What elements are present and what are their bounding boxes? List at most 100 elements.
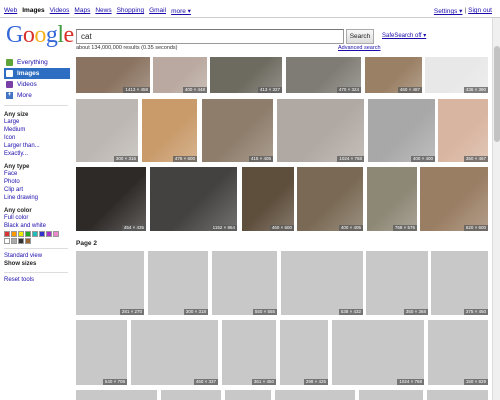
- image-result[interactable]: 550 × 555: [212, 251, 277, 315]
- reset-tools-link[interactable]: Reset tools: [4, 276, 70, 284]
- view-option-standardview[interactable]: Standard view: [4, 252, 70, 260]
- image-result[interactable]: 1024 × 768: [332, 320, 424, 385]
- image-result[interactable]: 415 × 405: [202, 99, 273, 162]
- image-result[interactable]: 460 × 487: [365, 57, 422, 93]
- image-result[interactable]: 150 × 829: [428, 320, 488, 385]
- image-result[interactable]: 400 × 448: [153, 57, 207, 93]
- color-swatch[interactable]: [11, 238, 17, 244]
- color-swatch[interactable]: [18, 231, 24, 237]
- type-option-linedrawing[interactable]: Line drawing: [4, 194, 70, 202]
- show-sizes-option[interactable]: Show sizes: [4, 260, 70, 268]
- image-result[interactable]: 768 × 576: [367, 167, 417, 231]
- image-result[interactable]: [427, 390, 488, 400]
- nav-videos[interactable]: Videos: [4, 79, 70, 90]
- top-nav-news[interactable]: News: [95, 7, 111, 15]
- image-result[interactable]: 413 × 327: [210, 57, 282, 93]
- image-size-caption: 300 × 316: [113, 156, 138, 162]
- search-input[interactable]: cat: [76, 29, 344, 44]
- size-option-medium[interactable]: Medium: [4, 126, 70, 134]
- image-result[interactable]: 298 × 425: [280, 320, 328, 385]
- color-swatch[interactable]: [46, 231, 52, 237]
- image-size-caption: 436 × 390: [463, 87, 488, 93]
- image-result[interactable]: 538 × 432: [281, 251, 363, 315]
- image-result[interactable]: 476 × 600: [142, 99, 197, 162]
- image-size-caption: 361 × 450: [251, 379, 276, 385]
- image-result[interactable]: [359, 390, 423, 400]
- nav-everything[interactable]: Everything: [4, 57, 70, 68]
- color-option-blackandwhite[interactable]: Black and white: [4, 222, 70, 230]
- image-result[interactable]: 620 × 600: [420, 167, 488, 231]
- image-result[interactable]: 470 × 324: [286, 57, 361, 93]
- top-nav-images[interactable]: Images: [22, 7, 44, 15]
- size-option-largerthan[interactable]: Larger than...: [4, 142, 70, 150]
- image-size-caption: 400 × 448: [182, 87, 207, 93]
- color-swatch[interactable]: [25, 238, 31, 244]
- nav-label: Images: [17, 70, 40, 77]
- image-result[interactable]: 1413 × 458: [76, 57, 150, 93]
- top-nav-more[interactable]: more ▾: [171, 7, 191, 15]
- image-result[interactable]: 1152 × 864: [150, 167, 237, 231]
- image-result[interactable]: [225, 390, 271, 400]
- advanced-search-link[interactable]: Advanced search: [338, 45, 381, 51]
- image-result[interactable]: 300 × 318: [148, 251, 208, 315]
- top-nav-videos[interactable]: Videos: [50, 7, 70, 15]
- color-option-fullcolor[interactable]: Full color: [4, 214, 70, 222]
- color-swatch[interactable]: [53, 231, 59, 237]
- nav-label: Videos: [17, 81, 37, 88]
- image-result[interactable]: [161, 390, 221, 400]
- top-nav-maps[interactable]: Maps: [74, 7, 90, 15]
- color-swatch[interactable]: [4, 231, 10, 237]
- image-result[interactable]: 436 × 390: [425, 57, 488, 93]
- image-result[interactable]: 350 × 368: [366, 251, 428, 315]
- image-size-caption: 350 × 368: [403, 309, 428, 315]
- image-result[interactable]: 350 × 467: [438, 99, 488, 162]
- image-result[interactable]: 361 × 450: [222, 320, 276, 385]
- size-option-large[interactable]: Large: [4, 118, 70, 126]
- sidebar-divider: [4, 272, 68, 273]
- type-option-photo[interactable]: Photo: [4, 178, 70, 186]
- image-result[interactable]: [76, 390, 157, 400]
- size-option-exactly[interactable]: Exactly...: [4, 150, 70, 158]
- logo-letter: e: [63, 22, 75, 48]
- safesearch-dropdown[interactable]: SafeSearch off ▾: [382, 32, 426, 39]
- image-result[interactable]: 460 × 600: [242, 167, 294, 231]
- image-result[interactable]: 375 × 450: [431, 251, 488, 315]
- image-result[interactable]: 400 × 405: [297, 167, 363, 231]
- image-size-caption: 400 × 400: [410, 156, 435, 162]
- color-swatch[interactable]: [11, 231, 17, 237]
- image-results-grid: 1413 × 458 400 × 448 413 × 327 470 × 324 460…: [0, 0, 500, 400]
- size-option-icon[interactable]: Icon: [4, 134, 70, 142]
- scrollbar[interactable]: [492, 18, 500, 400]
- logo-letter: g: [45, 22, 58, 48]
- image-result[interactable]: 400 × 400: [368, 99, 435, 162]
- nav-images[interactable]: Images: [4, 68, 70, 79]
- image-size-caption: 1152 × 864: [210, 225, 237, 231]
- image-result[interactable]: 454 × 435: [76, 167, 146, 231]
- type-option-clipart[interactable]: Clip art: [4, 186, 70, 194]
- nav-more[interactable]: + More: [4, 90, 70, 101]
- google-logo[interactable]: Google: [6, 22, 74, 49]
- more-icon: +: [6, 92, 13, 99]
- sign-out-link[interactable]: Sign out: [468, 7, 492, 15]
- image-result[interactable]: [275, 390, 355, 400]
- color-swatch[interactable]: [4, 238, 10, 244]
- type-option-face[interactable]: Face: [4, 170, 70, 178]
- image-result[interactable]: 1024 × 768: [277, 99, 364, 162]
- image-size-caption: 298 × 425: [303, 379, 328, 385]
- logo-letter: o: [34, 22, 46, 48]
- image-result[interactable]: 450 × 337: [131, 320, 218, 385]
- settings-link[interactable]: Settings ▾: [434, 7, 463, 15]
- top-nav-gmail[interactable]: Gmail: [149, 7, 166, 15]
- image-result[interactable]: 281 × 270: [76, 251, 144, 315]
- color-swatch[interactable]: [32, 231, 38, 237]
- color-swatch[interactable]: [18, 238, 24, 244]
- search-button[interactable]: Search: [346, 29, 374, 44]
- scrollbar-thumb[interactable]: [494, 46, 500, 142]
- top-nav-shopping[interactable]: Shopping: [117, 7, 144, 15]
- top-nav-web[interactable]: Web: [4, 7, 17, 15]
- logo-letter: o: [22, 22, 35, 48]
- color-swatch[interactable]: [25, 231, 31, 237]
- image-result[interactable]: 300 × 316: [76, 99, 138, 162]
- image-result[interactable]: 540 × 708: [76, 320, 127, 385]
- color-swatch[interactable]: [39, 231, 45, 237]
